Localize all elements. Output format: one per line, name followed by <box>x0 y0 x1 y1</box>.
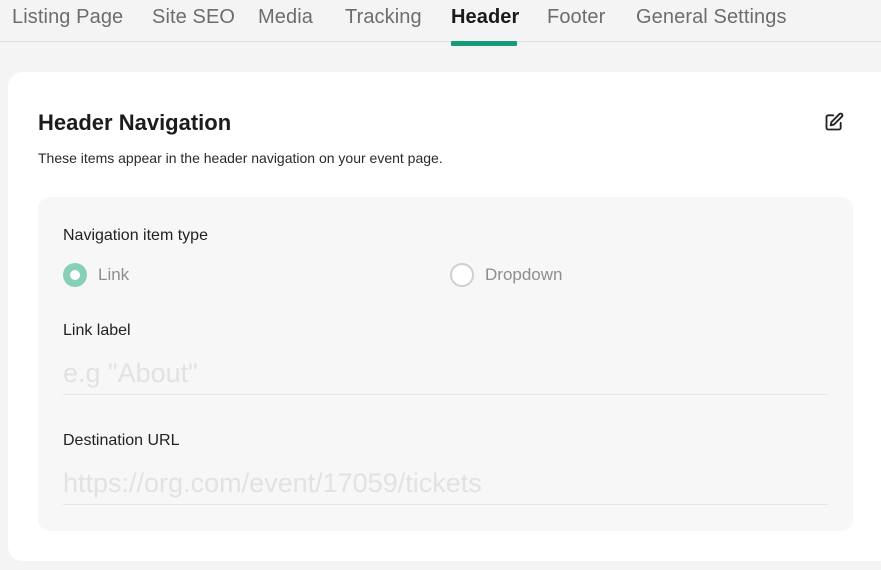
item-type-label: Navigation item type <box>63 227 208 244</box>
tab-footer[interactable]: Footer <box>547 6 605 29</box>
settings-tabs: Listing Page Site SEO Media Tracking Hea… <box>0 0 881 46</box>
destination-url-input[interactable] <box>63 463 828 505</box>
link-label-input[interactable] <box>63 353 828 395</box>
edit-icon <box>825 112 844 131</box>
radio-checked-icon <box>63 263 87 287</box>
card-title: Header Navigation <box>38 110 232 135</box>
radio-link-label: Link <box>98 265 130 284</box>
tab-header[interactable]: Header <box>451 6 519 29</box>
active-tab-indicator <box>451 41 517 46</box>
edit-button[interactable] <box>822 110 846 134</box>
radio-dropdown[interactable]: Dropdown <box>450 263 563 287</box>
destination-url-label: Destination URL <box>63 432 180 449</box>
navigation-item-form: Navigation item type Link Dropdown Link … <box>38 197 853 531</box>
header-navigation-card: Header Navigation These items appear in … <box>8 72 881 561</box>
radio-dropdown-label: Dropdown <box>485 265 563 284</box>
tab-media[interactable]: Media <box>258 6 313 29</box>
tab-general-settings[interactable]: General Settings <box>636 6 787 29</box>
radio-unchecked-icon <box>450 263 474 287</box>
radio-link[interactable]: Link <box>63 263 129 287</box>
tab-tracking[interactable]: Tracking <box>345 6 422 29</box>
card-description: These items appear in the header navigat… <box>38 150 443 166</box>
tab-listing-page[interactable]: Listing Page <box>12 6 123 29</box>
link-label-label: Link label <box>63 322 131 339</box>
tab-site-seo[interactable]: Site SEO <box>152 6 235 29</box>
